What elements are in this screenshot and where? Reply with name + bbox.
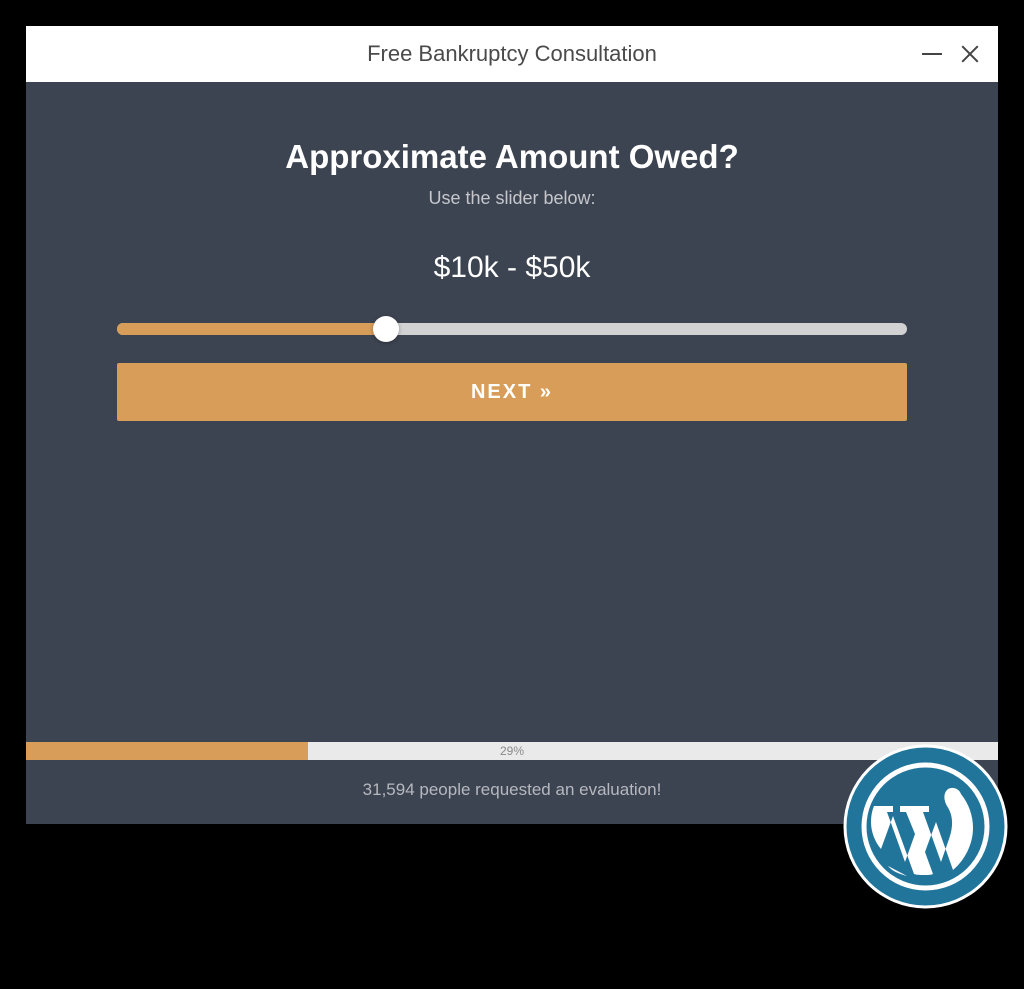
progress-label: 29% (500, 744, 524, 758)
window-controls (922, 26, 980, 82)
wordpress-icon (843, 744, 1008, 909)
slider-value-display: $10k - $50k (434, 251, 591, 285)
content-area: Approximate Amount Owed? Use the slider … (26, 82, 998, 824)
slider-fill (117, 323, 386, 335)
amount-slider[interactable] (117, 323, 907, 335)
slider-track (117, 323, 907, 335)
progress-fill (26, 742, 308, 760)
window-title: Free Bankruptcy Consultation (367, 41, 657, 67)
minimize-icon (922, 53, 942, 55)
next-button[interactable]: NEXT » (117, 363, 907, 421)
slider-thumb[interactable] (373, 316, 399, 342)
question-subtitle: Use the slider below: (428, 188, 595, 209)
popup-window: Free Bankruptcy Consultation Approximate… (26, 26, 998, 824)
titlebar: Free Bankruptcy Consultation (26, 26, 998, 82)
question-heading: Approximate Amount Owed? (285, 138, 738, 176)
close-button[interactable] (960, 44, 980, 64)
minimize-button[interactable] (922, 53, 942, 55)
close-icon (960, 44, 980, 64)
wordpress-badge (843, 744, 1008, 909)
